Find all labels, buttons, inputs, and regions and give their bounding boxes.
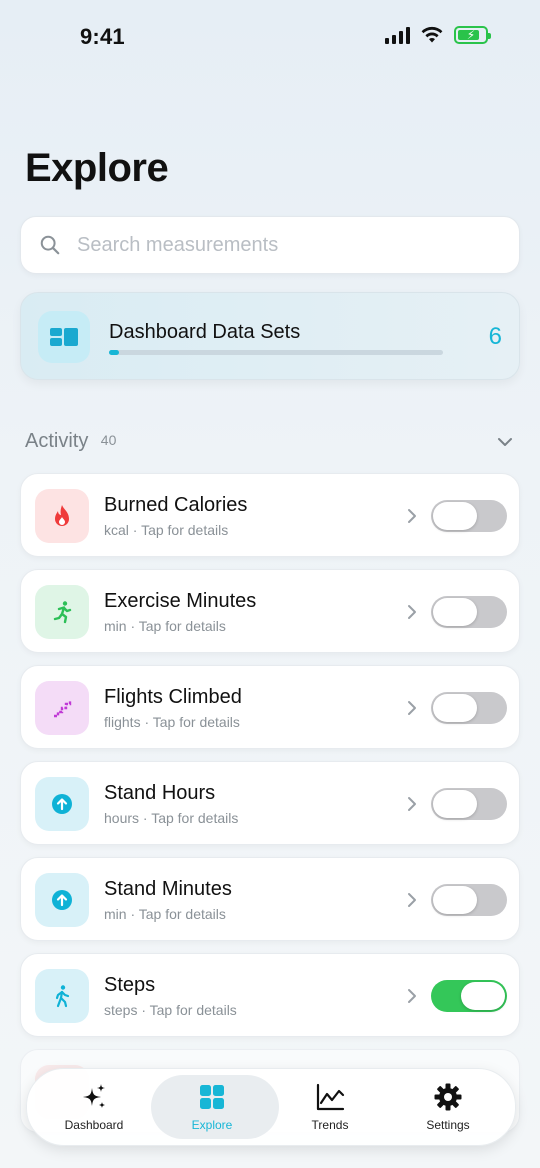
row-title: Burned Calories: [104, 494, 248, 516]
tab-label: Dashboard: [64, 1118, 124, 1132]
toggle-switch[interactable]: [431, 884, 507, 916]
running-icon: [35, 585, 89, 639]
dashboard-data-sets-card[interactable]: Dashboard Data Sets 6: [20, 292, 520, 380]
tab-label: Explore: [191, 1118, 233, 1132]
row-subtitle: min · Tap for details: [104, 906, 226, 922]
toggle-switch[interactable]: [431, 596, 507, 628]
search-icon: [40, 235, 60, 255]
page-title: Explore: [25, 146, 169, 190]
row-title: Flights Climbed: [104, 686, 242, 708]
row-subtitle: kcal · Tap for details: [104, 522, 229, 538]
tab-label: Settings: [426, 1118, 470, 1132]
flame-icon: [35, 489, 89, 543]
search-bar[interactable]: [20, 216, 520, 274]
row-title: Stand Hours: [104, 782, 216, 804]
toggle-switch[interactable]: [431, 980, 507, 1012]
status-time: 9:41: [80, 24, 125, 49]
list-item-steps[interactable]: Steps steps · Tap for details: [20, 953, 520, 1037]
list-item-burned-calories[interactable]: Burned Calories kcal · Tap for details: [20, 473, 520, 557]
battery-charging-icon: ⚡: [454, 26, 491, 44]
chevron-right-icon[interactable]: [405, 890, 419, 910]
row-title: Stand Minutes: [104, 878, 232, 900]
search-input[interactable]: [75, 232, 479, 258]
sparkles-icon: [83, 1084, 105, 1108]
toggle-switch[interactable]: [431, 692, 507, 724]
dashboard-data-sets-label: Dashboard Data Sets: [109, 321, 301, 343]
list-item-stand-hours[interactable]: Stand Hours hours · Tap for details: [20, 761, 520, 845]
chevron-right-icon[interactable]: [405, 794, 419, 814]
dashboard-progress-bar: [109, 350, 443, 355]
list-item-exercise-minutes[interactable]: Exercise Minutes min · Tap for details: [20, 569, 520, 653]
gear-icon: [434, 1083, 462, 1111]
walking-icon: [35, 969, 89, 1023]
tab-settings[interactable]: Settings: [387, 1069, 509, 1145]
row-subtitle: hours · Tap for details: [104, 810, 239, 826]
tab-trends[interactable]: Trends: [269, 1069, 391, 1145]
row-title: Exercise Minutes: [104, 590, 257, 612]
stairs-icon: [35, 681, 89, 735]
toggle-switch[interactable]: [431, 500, 507, 532]
status-bar: 9:41 ⚡: [0, 0, 540, 70]
dashboard-icon: [38, 311, 90, 363]
chevron-down-icon[interactable]: [495, 432, 515, 452]
wifi-icon: [421, 26, 443, 43]
list-item-flights-climbed[interactable]: Flights Climbed flights · Tap for detail…: [20, 665, 520, 749]
row-title: Steps: [104, 974, 156, 996]
row-subtitle: min · Tap for details: [104, 618, 226, 634]
chevron-right-icon[interactable]: [405, 602, 419, 622]
status-icons: ⚡: [385, 26, 491, 44]
chevron-right-icon[interactable]: [405, 506, 419, 526]
list-item-stand-minutes[interactable]: Stand Minutes min · Tap for details: [20, 857, 520, 941]
tab-explore[interactable]: Explore: [151, 1069, 279, 1145]
arrow-up-circle-icon: [35, 777, 89, 831]
tab-label: Trends: [311, 1118, 349, 1132]
row-subtitle: steps · Tap for details: [104, 1002, 237, 1018]
grid-icon: [200, 1085, 224, 1109]
section-header-activity[interactable]: Activity 40: [25, 430, 515, 456]
chevron-right-icon[interactable]: [405, 986, 419, 1006]
chart-line-icon: [316, 1083, 345, 1111]
arrow-up-circle-icon: [35, 873, 89, 927]
tab-bar: Dashboard Explore Trends Settings: [26, 1068, 516, 1146]
section-title: Activity: [25, 430, 89, 452]
section-count: 40: [100, 432, 117, 448]
toggle-switch[interactable]: [431, 788, 507, 820]
row-subtitle: flights · Tap for details: [104, 714, 240, 730]
tab-dashboard[interactable]: Dashboard: [33, 1069, 155, 1145]
chevron-right-icon[interactable]: [405, 698, 419, 718]
dashboard-data-sets-count: 6: [488, 323, 502, 350]
cellular-signal-icon: [385, 26, 410, 44]
